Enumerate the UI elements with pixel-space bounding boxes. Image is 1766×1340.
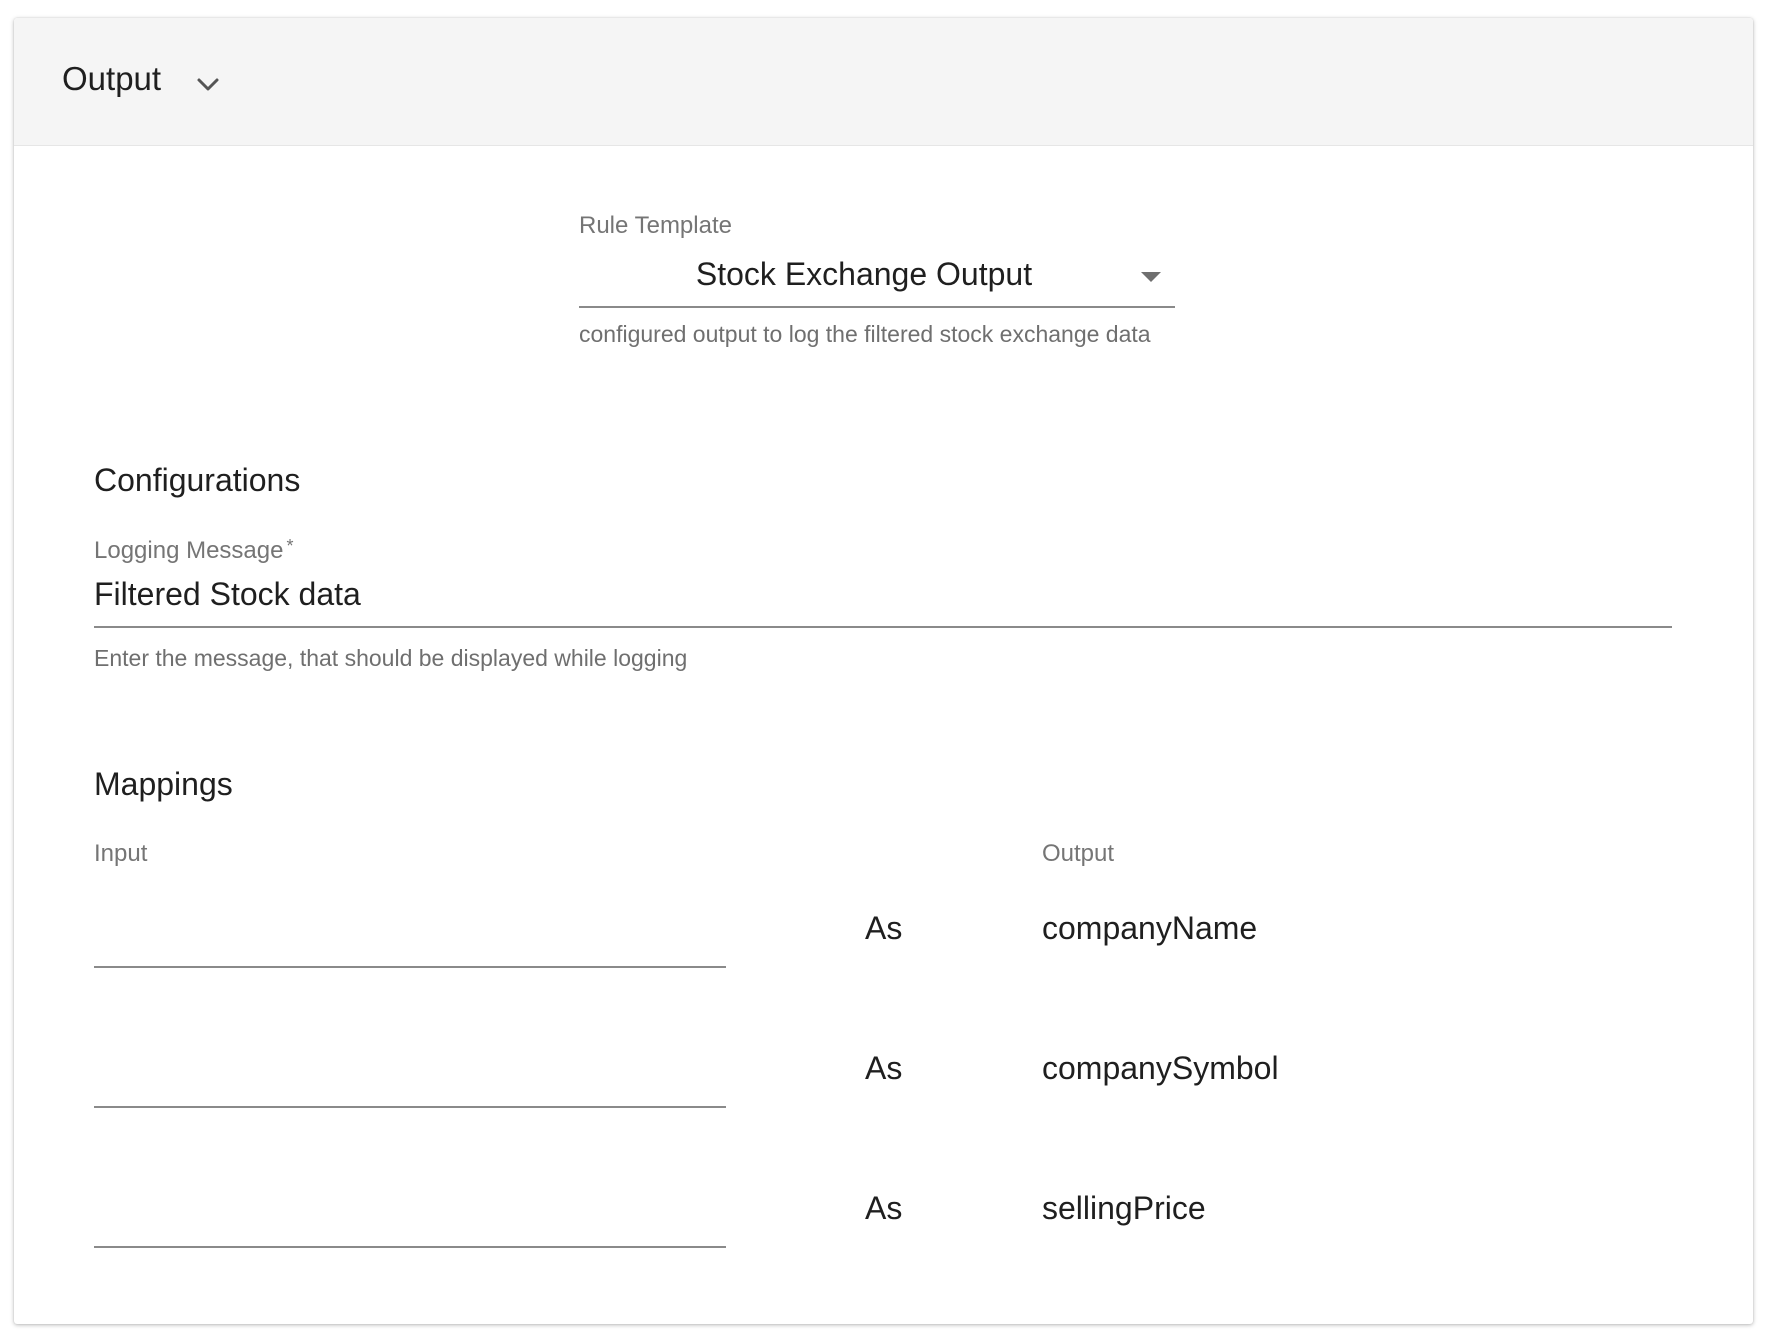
mapping-output-value: companyName <box>1042 910 1258 946</box>
mappings-output-header: Output <box>1042 840 1115 867</box>
logging-message-value: Filtered Stock data <box>94 576 361 612</box>
configurations-title: Configurations <box>94 462 301 498</box>
chevron-down-icon[interactable] <box>193 70 223 100</box>
mapping-as-label: As <box>865 1190 903 1226</box>
rule-template-value: Stock Exchange Output <box>695 256 1033 292</box>
mapping-input-field[interactable] <box>94 1050 726 1108</box>
mappings-title: Mappings <box>94 766 233 802</box>
panel-title: Output <box>62 60 162 97</box>
output-panel: Output Rule Template Stock Exchange Outp… <box>14 18 1753 1324</box>
mapping-output-value: sellingPrice <box>1042 1190 1206 1226</box>
rule-template-select[interactable]: Stock Exchange Output <box>579 250 1175 308</box>
mapping-as-label: As <box>865 1050 903 1086</box>
rule-template-helper: configured output to log the filtered st… <box>579 321 1151 347</box>
panel-header[interactable]: Output <box>14 18 1753 146</box>
mapping-as-label: As <box>865 910 903 946</box>
mapping-input-field[interactable] <box>94 910 726 968</box>
rule-template-label: Rule Template <box>579 212 732 239</box>
caret-down-icon[interactable] <box>1141 272 1161 282</box>
required-mark: * <box>286 536 294 556</box>
mappings-input-header: Input <box>94 840 148 867</box>
mapping-output-value: companySymbol <box>1042 1050 1279 1086</box>
logging-message-label: Logging Message * <box>94 536 294 564</box>
mapping-input-field[interactable] <box>94 1190 726 1248</box>
logging-message-helper: Enter the message, that should be displa… <box>94 645 688 671</box>
logging-message-input[interactable]: Filtered Stock data <box>94 568 1672 628</box>
